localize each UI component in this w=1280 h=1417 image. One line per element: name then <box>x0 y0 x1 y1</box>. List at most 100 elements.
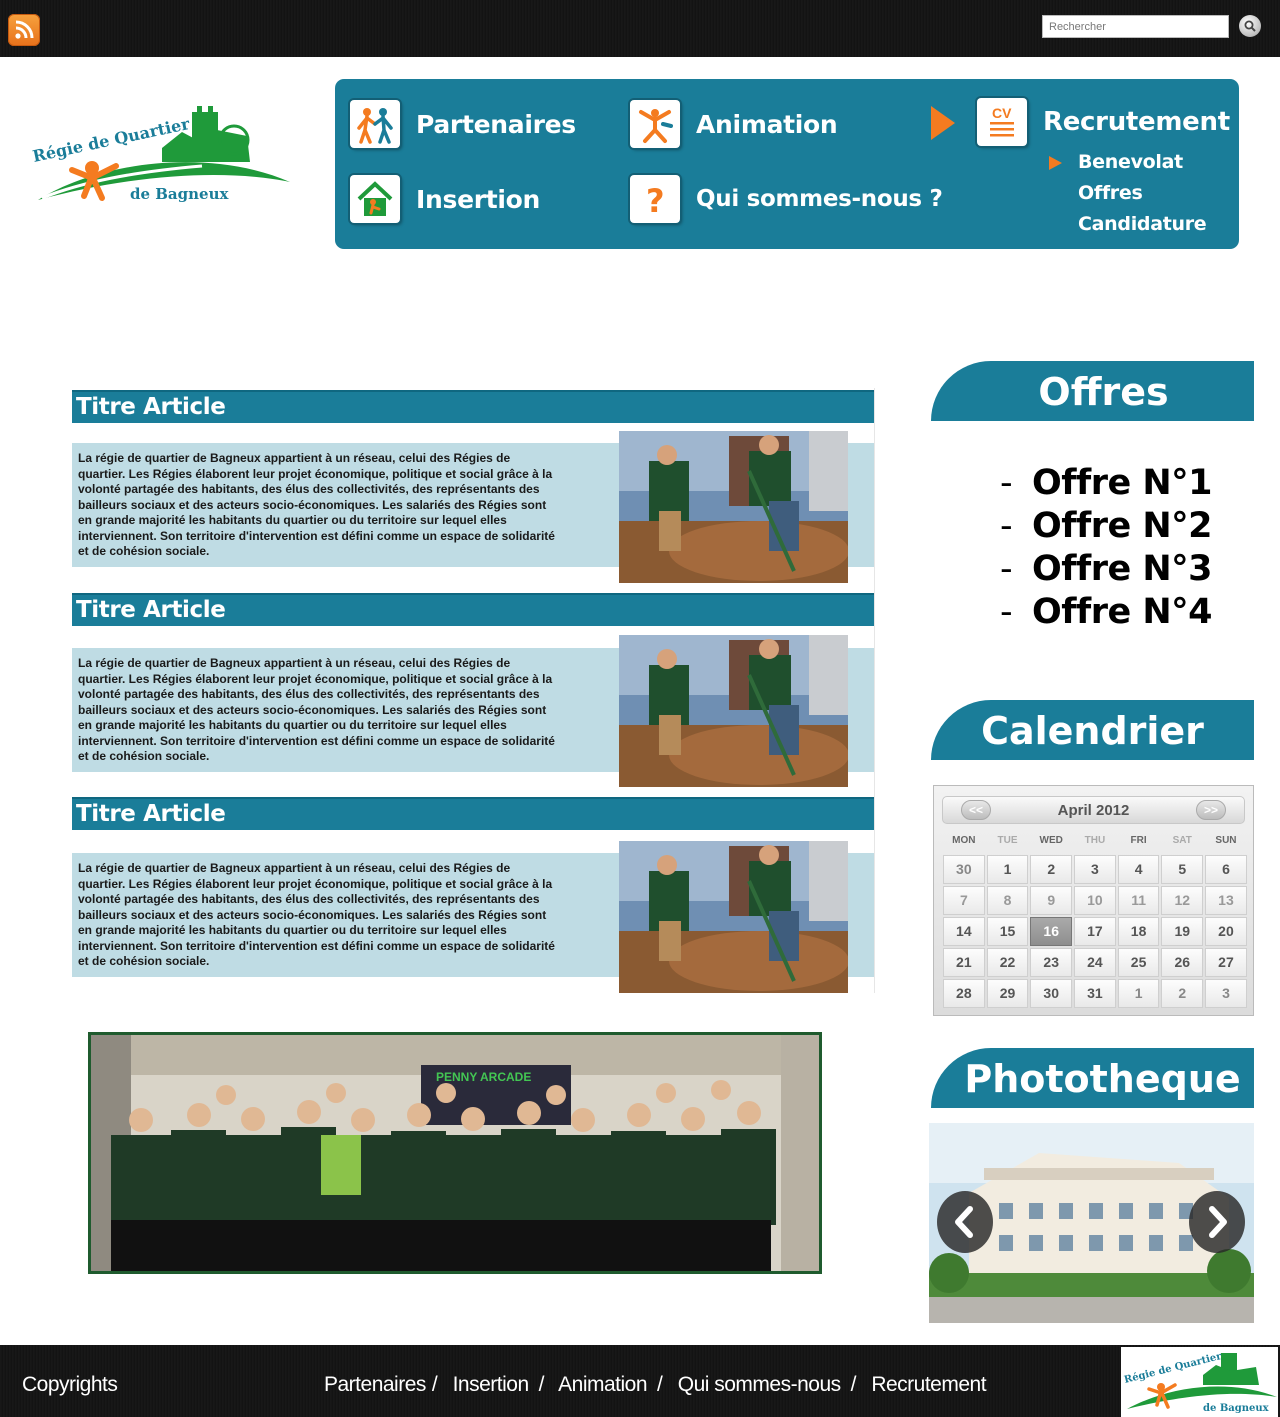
article-title[interactable]: Titre Article <box>72 797 874 830</box>
gallery-next-button[interactable] <box>1189 1191 1245 1253</box>
weekday-label: WED <box>1039 835 1063 846</box>
calendar-day[interactable]: 10 <box>1074 886 1116 915</box>
calendar-day[interactable]: 11 <box>1117 886 1160 915</box>
footer-separator: / <box>431 1373 438 1396</box>
svg-text:de Bagneux: de Bagneux <box>130 185 229 203</box>
calendar-day[interactable]: 1 <box>1117 979 1160 1008</box>
recrutement-submenu: Benevolat Offres Candidature <box>1048 150 1207 243</box>
offer-label: Offre N°4 <box>1032 592 1213 632</box>
calendar-day[interactable]: 15 <box>986 917 1029 946</box>
calendar-day[interactable]: 9 <box>1030 886 1073 915</box>
calendar-weekday-row: MON TUE WED THU FRI SAT SUN <box>942 828 1248 854</box>
article-photo[interactable] <box>619 635 848 787</box>
rss-feed-icon[interactable] <box>8 14 40 46</box>
footer-link-insertion[interactable]: Insertion <box>453 1373 530 1396</box>
calendar-week-row: 14 15 16 17 18 19 20 <box>942 916 1248 947</box>
calendar-day[interactable]: 2 <box>1161 979 1204 1008</box>
calendar-day[interactable]: 7 <box>943 886 985 915</box>
offer-item[interactable]: - Offre N°4 <box>1000 591 1213 634</box>
calendar-prev-button[interactable]: << <box>961 800 991 820</box>
calendar-day[interactable]: 6 <box>1205 855 1247 884</box>
footer-link-partenaires[interactable]: Partenaires <box>324 1373 426 1396</box>
house-icon <box>350 175 400 223</box>
footer-logo[interactable]: Régie de Quartier de Bagneux <box>1121 1347 1278 1417</box>
nav-item-insertion[interactable]: Insertion <box>350 175 540 223</box>
article-title[interactable]: Titre Article <box>72 390 874 423</box>
arcade-sign: PENNY ARCADE <box>436 1070 531 1084</box>
nav-item-qui-sommes-nous[interactable]: ? Qui sommes-nous ? <box>630 175 943 223</box>
phototheque-heading: Phototheque <box>931 1048 1254 1108</box>
submenu-item-benevolat[interactable]: Benevolat <box>1048 150 1206 181</box>
footer-separator: / <box>850 1373 857 1396</box>
article-title[interactable]: Titre Article <box>72 593 874 626</box>
calendar-day[interactable]: 27 <box>1205 948 1247 977</box>
submenu-label: Candidature <box>1078 213 1207 235</box>
calendar-day[interactable]: 18 <box>1117 917 1160 946</box>
calendar-day[interactable]: 19 <box>1161 917 1204 946</box>
calendar-day[interactable]: 23 <box>1030 948 1073 977</box>
search-button[interactable] <box>1239 15 1261 37</box>
article-photo[interactable] <box>619 841 848 993</box>
calendar-day[interactable]: 8 <box>986 886 1029 915</box>
calendar-next-button[interactable]: >> <box>1196 800 1226 820</box>
footer: Copyrights Partenaires / Insertion / Anima… <box>0 1345 1280 1417</box>
calendar-day[interactable]: 3 <box>1074 855 1116 884</box>
calendar-weeks: 30 1 2 3 4 5 6 7 8 9 10 11 12 13 14 15 16 17 18 19 20 21 22 23 2… <box>942 854 1248 1009</box>
footer-link-qui-sommes-nous[interactable]: Qui sommes-nous <box>678 1373 841 1396</box>
calendar-day[interactable]: 28 <box>943 979 985 1008</box>
nav-label-qui-sommes-nous: Qui sommes-nous ? <box>696 186 943 212</box>
submenu-item-offres[interactable]: Offres <box>1048 181 1206 212</box>
search-input[interactable] <box>1042 15 1229 38</box>
team-photo[interactable]: PENNY ARCADE <box>88 1032 822 1274</box>
active-arrow-icon <box>931 106 955 140</box>
calendar-day[interactable]: 30 <box>1030 979 1073 1008</box>
calendar-day[interactable]: 13 <box>1205 886 1247 915</box>
footer-link-animation[interactable]: Animation <box>558 1373 647 1396</box>
submenu-bullet-icon <box>1049 156 1062 170</box>
submenu-label: Benevolat <box>1078 151 1183 173</box>
calendar-day[interactable]: 5 <box>1161 855 1204 884</box>
site-logo[interactable]: Régie de Quartier de Bagneux <box>22 100 296 220</box>
calendar-grid: MON TUE WED THU FRI SAT SUN 30 1 2 3 4 5 6 7 8 9 1… <box>942 828 1248 1009</box>
footer-link-recrutement[interactable]: Recrutement <box>871 1373 986 1396</box>
calendar-day[interactable]: 16 <box>1030 917 1073 946</box>
calendar-day[interactable]: 3 <box>1205 979 1247 1008</box>
offer-label: Offre N°1 <box>1032 463 1213 503</box>
calendar-week-row: 30 1 2 3 4 5 6 <box>942 854 1248 885</box>
article-photo[interactable] <box>619 431 848 583</box>
footer-navigation: Partenaires / Insertion / Animation / Qui s… <box>324 1373 987 1397</box>
animation-icon <box>630 100 680 148</box>
nav-item-partenaires[interactable]: Partenaires <box>350 100 576 148</box>
calendar-day[interactable]: 29 <box>986 979 1029 1008</box>
calendar-day[interactable]: 25 <box>1117 948 1160 977</box>
calendar-day[interactable]: 24 <box>1074 948 1116 977</box>
calendar-widget: April 2012 << >> MON TUE WED THU FRI SAT… <box>933 785 1254 1016</box>
calendar-day[interactable]: 22 <box>986 948 1029 977</box>
calendar-day[interactable]: 31 <box>1074 979 1116 1008</box>
calendar-day[interactable]: 30 <box>943 855 985 884</box>
cv-icon: CV <box>977 98 1027 146</box>
calendar-heading: Calendrier <box>931 700 1254 760</box>
calendar-day[interactable]: 26 <box>1161 948 1204 977</box>
submenu-item-candidature[interactable]: Candidature <box>1048 212 1207 243</box>
svg-text:CV: CV <box>992 105 1012 121</box>
calendar-day[interactable]: 4 <box>1117 855 1160 884</box>
calendar-day[interactable]: 20 <box>1205 917 1247 946</box>
offer-item[interactable]: - Offre N°2 <box>1000 505 1213 548</box>
offer-label: Offre N°3 <box>1032 549 1213 589</box>
offer-item[interactable]: - Offre N°1 <box>1000 462 1213 505</box>
svg-text:?: ? <box>646 182 665 219</box>
gallery-prev-button[interactable] <box>937 1191 993 1253</box>
magnifier-icon <box>1244 20 1256 32</box>
calendar-day[interactable]: 17 <box>1074 917 1116 946</box>
nav-item-animation[interactable]: Animation <box>630 100 838 148</box>
calendar-day[interactable]: 2 <box>1030 855 1073 884</box>
footer-separator: / <box>657 1373 663 1396</box>
nav-label-insertion: Insertion <box>416 184 541 214</box>
nav-item-recrutement[interactable]: CV Recrutement <box>977 98 1230 146</box>
calendar-day[interactable]: 1 <box>986 855 1029 884</box>
calendar-day[interactable]: 12 <box>1161 886 1204 915</box>
offer-item[interactable]: - Offre N°3 <box>1000 548 1213 591</box>
calendar-day[interactable]: 14 <box>943 917 985 946</box>
calendar-day[interactable]: 21 <box>943 948 985 977</box>
